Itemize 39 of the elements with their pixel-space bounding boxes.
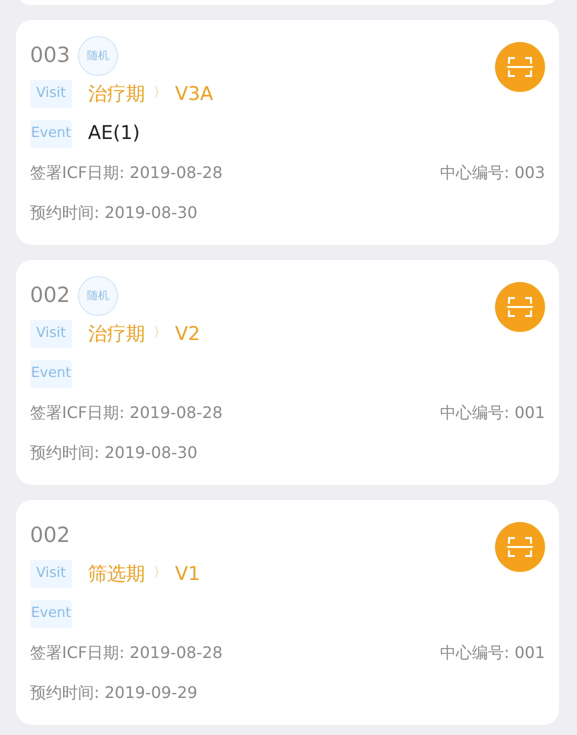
scan-icon <box>507 55 533 79</box>
event-value: AE(1) <box>88 121 140 146</box>
visit-name: V2 <box>175 322 200 347</box>
visit-name: V1 <box>175 562 200 587</box>
event-tag: Event <box>30 120 72 148</box>
scan-button[interactable] <box>495 522 545 572</box>
icf-date: 签署ICF日期: 2019-08-28 <box>30 162 223 184</box>
icf-date: 签署ICF日期: 2019-08-28 <box>30 402 223 424</box>
chevron-text: 〉 <box>153 84 167 104</box>
visit-phase: 治疗期 <box>88 82 145 107</box>
visit-tag: Visit <box>30 80 72 108</box>
chevron-text: 〉 <box>153 564 167 584</box>
randomized-badge: 随机 <box>78 36 118 76</box>
center-number: 中心编号: 001 <box>440 642 545 664</box>
patient-card[interactable]: 003 随机 Visit 治疗期 〉 V3A Event AE(1) 签署ICF日期: 2019-08-28 中心编号: 003 预约时间: 2019-08-30 <box>16 20 559 245</box>
center-number: 中心编号: 001 <box>440 402 545 424</box>
patient-card[interactable]: 002 Visit 筛选期 〉 V1 Event 签署ICF日期: 2019-08-28 中心编号: 001 预约时间: 2019-09-29 <box>16 500 559 725</box>
scan-icon <box>507 295 533 319</box>
scan-button[interactable] <box>495 282 545 332</box>
event-tag: Event <box>30 600 72 628</box>
visit-phase: 筛选期 <box>88 562 145 587</box>
subject-number: 002 <box>30 282 70 310</box>
patient-card[interactable]: 002 随机 Visit 治疗期 〉 V2 Event 签署ICF日期: 2019-08-28 中心编号: 001 预约时间: 2019-08-30 <box>16 260 559 485</box>
subject-number: 003 <box>30 42 70 70</box>
chevron-text: 〉 <box>153 324 167 344</box>
visit-phase: 治疗期 <box>88 322 145 347</box>
appointment-time: 预约时间: 2019-09-29 <box>30 682 198 704</box>
randomized-badge: 随机 <box>78 276 118 316</box>
event-tag: Event <box>30 360 72 388</box>
visit-tag: Visit <box>30 560 72 588</box>
visit-name: V3A <box>175 82 214 107</box>
icf-date: 签署ICF日期: 2019-08-28 <box>30 642 223 664</box>
appointment-time: 预约时间: 2019-08-30 <box>30 442 198 464</box>
appointment-time: 预约时间: 2019-08-30 <box>30 202 198 224</box>
scan-icon <box>507 535 533 559</box>
scan-button[interactable] <box>495 42 545 92</box>
visit-tag: Visit <box>30 320 72 348</box>
subject-number: 002 <box>30 522 70 550</box>
center-number: 中心编号: 003 <box>440 162 545 184</box>
